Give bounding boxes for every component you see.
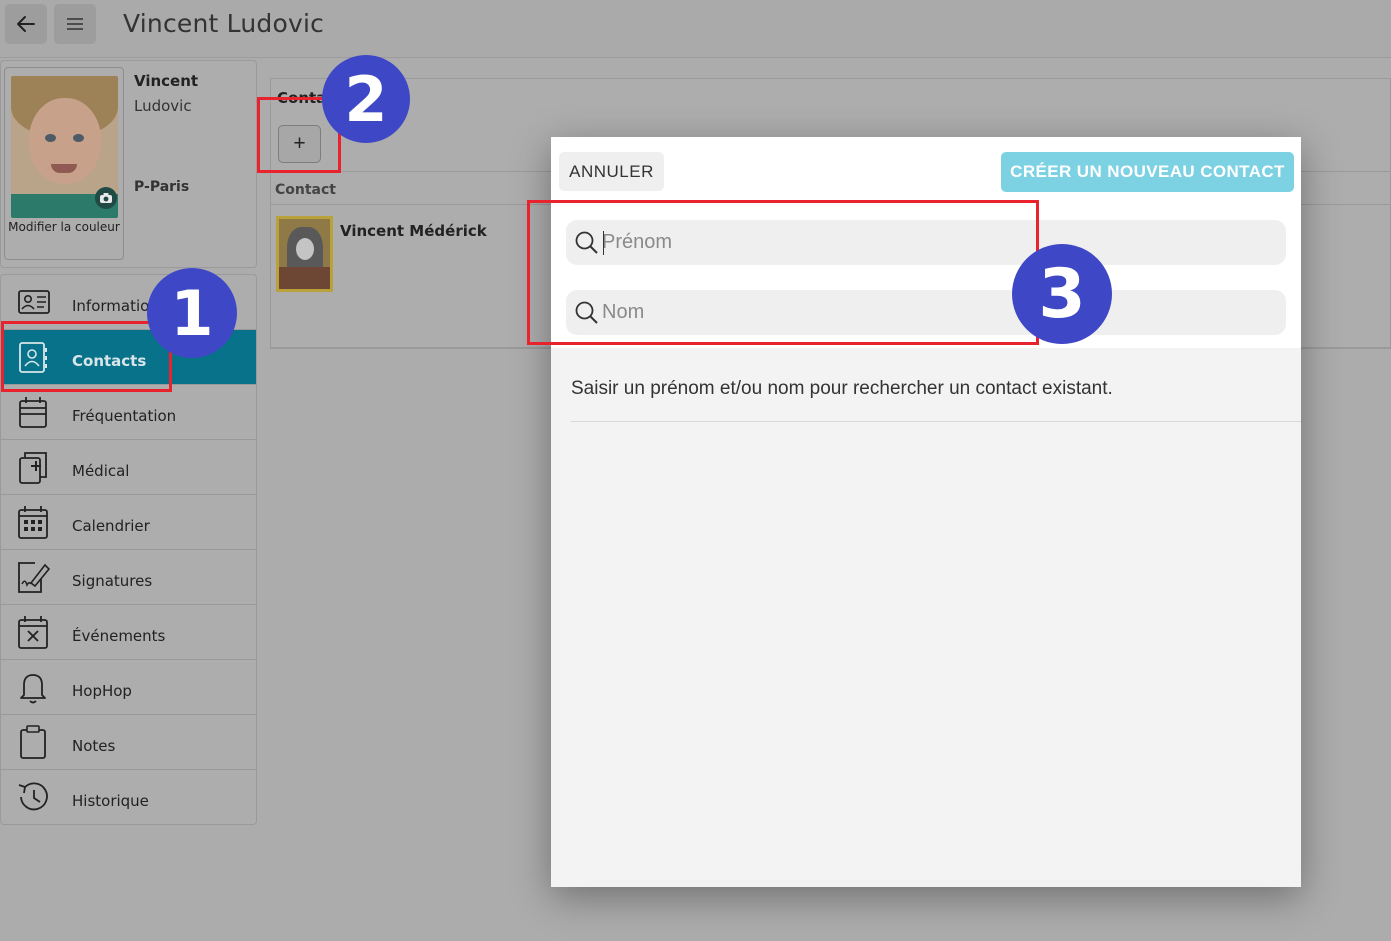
event-icon	[18, 616, 48, 649]
sidebar-item-calendar[interactable]: Calendrier	[1, 495, 256, 550]
sidebar-item-signatures[interactable]: Signatures	[1, 550, 256, 605]
sidebar-item-events[interactable]: Événements	[1, 605, 256, 660]
sidebar-item-frequentation[interactable]: Fréquentation	[1, 385, 256, 440]
camera-icon[interactable]	[95, 187, 117, 209]
sidebar-item-label: Signatures	[72, 572, 153, 590]
contact-row-name[interactable]: Vincent Médérick	[340, 222, 487, 240]
create-contact-button[interactable]: CRÉER UN NOUVEAU CONTACT	[1001, 152, 1294, 192]
page-title: Vincent Ludovic	[123, 9, 325, 38]
arrow-left-icon	[17, 16, 35, 32]
sidebar-item-label: Notes	[72, 737, 116, 755]
profile-site: P-Paris	[134, 179, 190, 195]
divider	[571, 421, 1301, 422]
sidebar-item-label: HopHop	[72, 682, 132, 700]
attendance-icon	[19, 397, 47, 428]
photo-box[interactable]: Modifier la couleur	[4, 67, 124, 260]
calendar-icon	[18, 506, 48, 539]
highlight-box-3	[527, 200, 1039, 345]
clipboard-icon	[20, 725, 46, 759]
sidebar-item-label: Calendrier	[72, 517, 150, 535]
signature-icon	[18, 562, 51, 593]
profile-first-name: Vincent	[134, 72, 199, 90]
sidebar-item-label: Information	[72, 297, 159, 315]
medical-icon	[19, 452, 47, 484]
step-badge-1: 1	[147, 268, 237, 358]
sidebar-item-notes[interactable]: Notes	[1, 715, 256, 770]
history-icon	[18, 782, 48, 811]
sidebar-item-label: Historique	[72, 792, 149, 810]
sidebar-item-hophop[interactable]: HopHop	[1, 660, 256, 715]
profile-card: Modifier la couleur Vincent Ludovic P-Pa…	[0, 60, 257, 268]
cancel-button[interactable]: ANNULER	[559, 152, 664, 191]
column-header-contact: Contact	[275, 182, 336, 198]
contact-avatar[interactable]	[276, 216, 333, 292]
highlight-box-1	[1, 321, 172, 392]
sidebar-item-medical[interactable]: Médical	[1, 440, 256, 495]
search-hint: Saisir un prénom et/ou nom pour recherch…	[571, 378, 1113, 399]
sidebar-item-label: Événements	[72, 627, 166, 645]
sidebar-item-history[interactable]: Historique	[1, 770, 256, 825]
step-badge-3: 3	[1012, 244, 1112, 344]
hamburger-menu-icon	[67, 18, 83, 30]
modify-color-link[interactable]: Modifier la couleur	[5, 220, 123, 235]
sidebar-item-label: Médical	[72, 462, 130, 480]
back-button[interactable]	[5, 4, 47, 44]
id-card-icon	[18, 290, 50, 314]
bell-icon	[20, 674, 46, 704]
profile-last-name: Ludovic	[134, 97, 192, 115]
menu-button[interactable]	[54, 4, 96, 44]
sidebar-item-label: Fréquentation	[72, 407, 177, 425]
top-bar: Vincent Ludovic	[0, 0, 1391, 58]
step-badge-2: 2	[322, 55, 410, 143]
